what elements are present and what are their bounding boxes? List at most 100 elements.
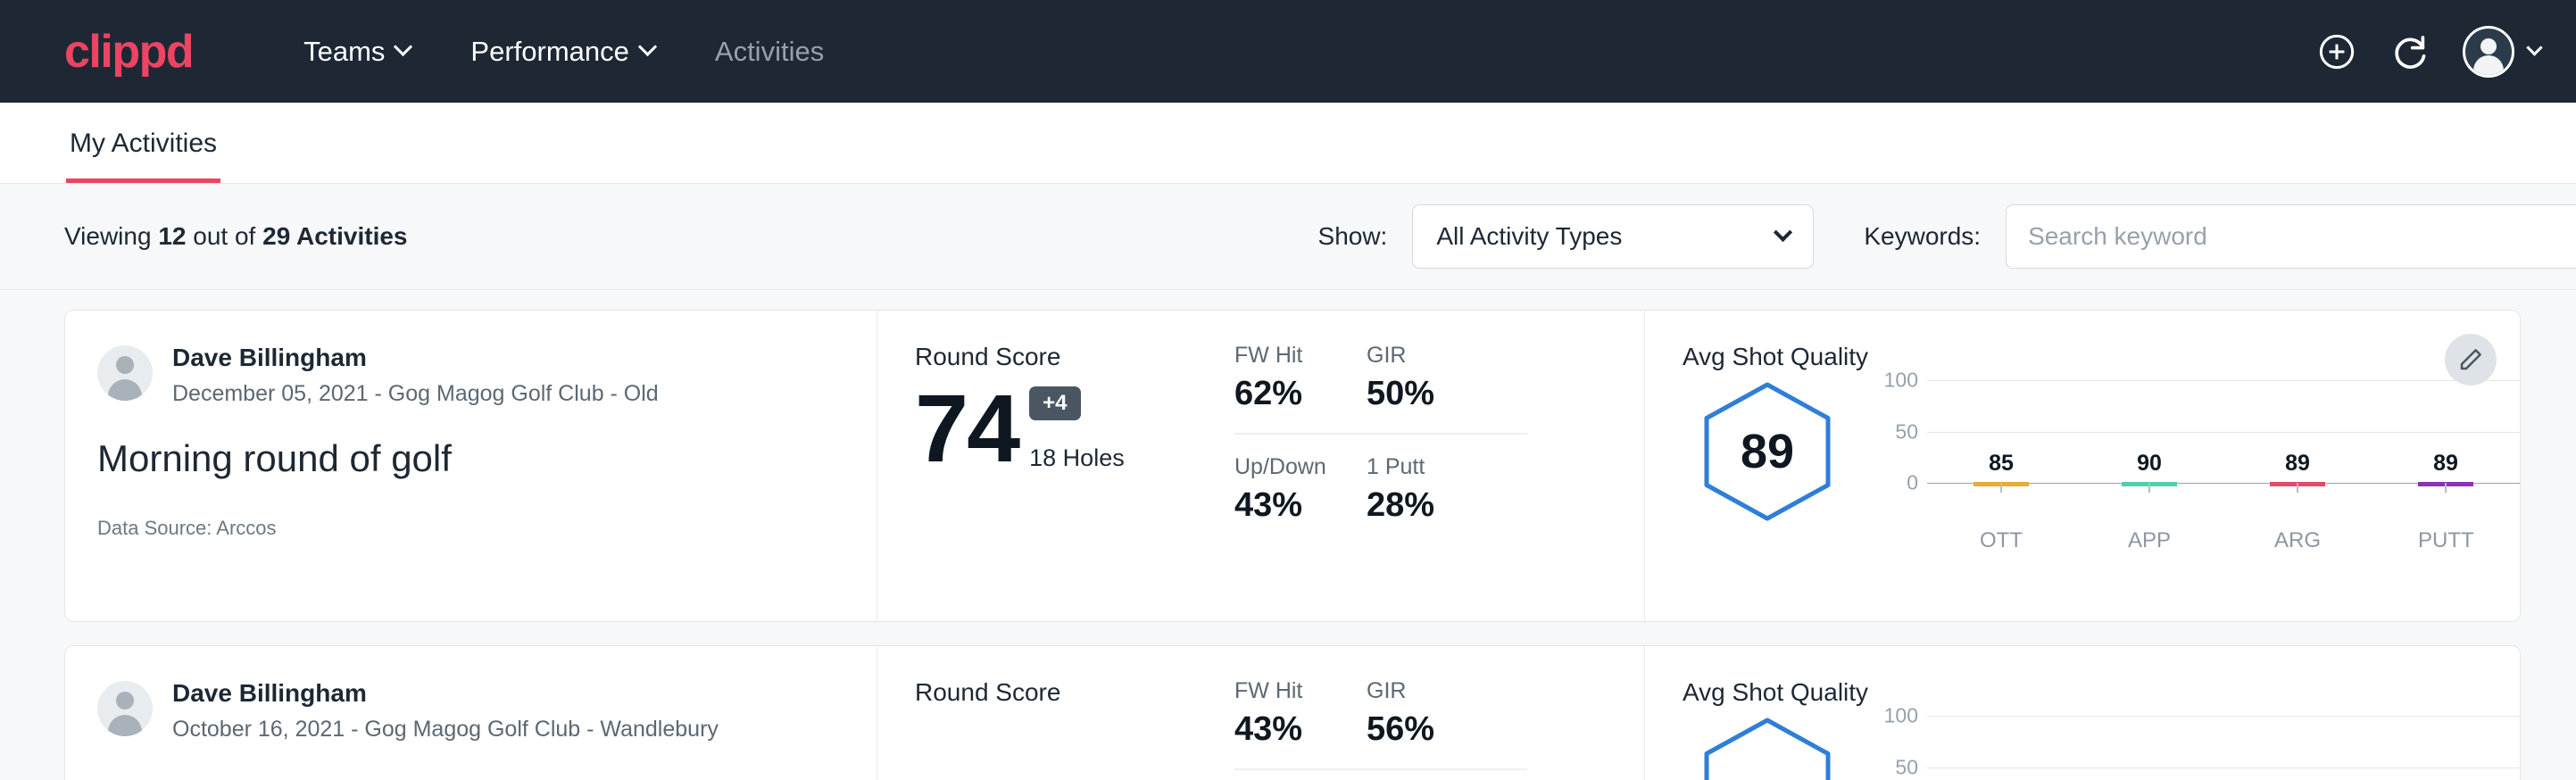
round-score-label: Round Score [915, 343, 1234, 371]
nav-item-performance[interactable]: Performance [440, 36, 684, 68]
chevron-down-icon [2526, 39, 2542, 55]
y-tick: 100 [1884, 704, 1918, 728]
profile-header: Dave Billingham October 16, 2021 - Gog M… [97, 678, 841, 743]
shot-quality-section: Avg Shot Quality 100 50 [1645, 646, 2520, 780]
viewing-count-text: Viewing 12 out of 29 Activities [64, 222, 408, 251]
clippd-logo[interactable]: clippd [64, 29, 193, 75]
viewing-middle: out of [193, 222, 255, 250]
profile-header: Dave Billingham December 05, 2021 - Gog … [97, 343, 841, 407]
round-stats: FW Hit 62% GIR 50% Up/Down 43% 1 Putt 28… [1234, 311, 1645, 621]
y-tick: 100 [1884, 369, 1918, 393]
chart-y-axis: 100 50 0 [1877, 380, 1927, 483]
y-tick: 50 [1895, 419, 1918, 444]
activity-type-select[interactable]: All Activity Types [1412, 204, 1814, 269]
stat-label: FW Hit [1234, 343, 1345, 369]
stat-label: GIR [1367, 678, 1506, 704]
viewing-count: 12 [158, 222, 186, 250]
chart-plot-area: 100 50 0 85 [1877, 380, 2520, 514]
round-score-side: +4 18 Holes [1029, 386, 1125, 472]
viewing-prefix: Viewing [64, 222, 152, 250]
stat-label: Up/Down [1234, 454, 1345, 480]
round-score-label: Round Score [915, 678, 1234, 707]
stat-up-down: Up/Down 43% [1234, 435, 1367, 525]
nav-label-teams: Teams [303, 36, 385, 68]
refresh-icon [2389, 31, 2431, 72]
chevron-down-icon [638, 37, 657, 56]
avatar-icon [97, 681, 153, 736]
shot-quality-score: 89 [1701, 380, 1833, 523]
chevron-down-icon [1774, 222, 1792, 241]
plus-circle-icon [2316, 31, 2357, 72]
y-tick: 0 [1907, 471, 1918, 495]
player-name: Dave Billingham [172, 343, 659, 373]
bar-value: 85 [1989, 451, 2014, 477]
header-actions [2316, 26, 2540, 78]
shot-quality-hexagon [1701, 716, 1833, 780]
bars-area: 94 82 [1927, 716, 2520, 780]
stat-value: 56% [1367, 710, 1506, 749]
activity-profile: Dave Billingham December 05, 2021 - Gog … [65, 311, 877, 621]
round-score-value: 74 [915, 384, 1018, 472]
tab-bar: My Activities [0, 103, 2576, 184]
x-label: ARG [2270, 528, 2325, 553]
nav-item-activities[interactable]: Activities [685, 36, 854, 68]
tab-my-activities[interactable]: My Activities [66, 129, 220, 183]
stat-value: 62% [1234, 375, 1345, 413]
data-source: Data Source: Arccos [97, 517, 841, 540]
activity-card[interactable]: Dave Billingham December 05, 2021 - Gog … [64, 310, 2521, 622]
bar-value: 89 [2433, 451, 2458, 477]
stat-label: 1 Putt [1367, 454, 1506, 480]
add-button[interactable] [2316, 31, 2357, 72]
activity-card[interactable]: Dave Billingham October 16, 2021 - Gog M… [64, 645, 2521, 780]
stat-label: FW Hit [1234, 678, 1345, 704]
player-name: Dave Billingham [172, 678, 719, 709]
shot-quality-label: Avg Shot Quality [1683, 678, 2520, 707]
shot-quality-body: 89 100 50 0 [1683, 377, 2520, 553]
shot-quality-score [1701, 716, 1833, 780]
stat-value: 43% [1234, 486, 1345, 525]
score-to-par-badge: +4 [1029, 386, 1080, 420]
main-nav: Teams Performance Activities [273, 36, 854, 68]
nav-item-teams[interactable]: Teams [273, 36, 440, 68]
stat-fw-hit: FW Hit 43% [1234, 678, 1367, 770]
stats-grid: FW Hit 43% GIR 56% [1234, 678, 1644, 770]
stat-gir: GIR 50% [1367, 343, 1527, 435]
shot-quality-chart: 100 50 0 85 [1852, 377, 2520, 553]
stat-gir: GIR 56% [1367, 678, 1527, 770]
keywords-label: Keywords: [1864, 222, 1981, 251]
show-label: Show: [1318, 222, 1388, 251]
activity-meta: October 16, 2021 - Gog Magog Golf Club -… [172, 717, 719, 743]
stats-grid: FW Hit 62% GIR 50% Up/Down 43% 1 Putt 28… [1234, 343, 1644, 525]
stat-label: GIR [1367, 343, 1506, 369]
nav-label-activities: Activities [715, 36, 824, 68]
round-stats: FW Hit 43% GIR 56% [1234, 646, 1645, 780]
bar-value: 90 [2137, 451, 2162, 477]
search-input[interactable] [2006, 204, 2576, 269]
refresh-button[interactable] [2389, 31, 2431, 72]
avatar-icon [97, 345, 153, 401]
edit-activity-button[interactable] [2445, 334, 2497, 386]
chart-x-ticks [1927, 483, 2520, 493]
bar-value: 89 [2285, 451, 2310, 477]
pencil-icon [2457, 346, 2484, 373]
round-score-value-row: 74 +4 18 Holes [915, 384, 1234, 472]
x-label: APP [2122, 528, 2177, 553]
shot-quality-section: Avg Shot Quality 89 100 50 [1645, 311, 2520, 621]
shot-quality-hex-wrap: 89 [1683, 377, 1852, 523]
avatar-icon [2463, 26, 2514, 78]
activity-meta: December 05, 2021 - Gog Magog Golf Club … [172, 381, 659, 407]
shot-quality-body: 100 50 0 94 [1683, 712, 2520, 780]
holes-count: 18 Holes [1029, 444, 1125, 472]
account-menu[interactable] [2463, 26, 2540, 78]
stat-value: 43% [1234, 710, 1345, 749]
filter-controls: Show: All Activity Types Keywords: [1318, 204, 2576, 269]
chart-x-labels: OTT APP ARG PUTT [1927, 528, 2520, 553]
chevron-down-icon [394, 37, 412, 56]
activities-list: Dave Billingham December 05, 2021 - Gog … [0, 290, 2576, 780]
chart-bars: 94 82 [1927, 716, 2520, 780]
shot-quality-hexagon: 89 [1701, 380, 1833, 523]
shot-quality-hex-wrap [1683, 712, 1852, 780]
shot-quality-chart: 100 50 0 94 [1852, 712, 2520, 780]
nav-label-performance: Performance [470, 36, 628, 68]
stat-fw-hit: FW Hit 62% [1234, 343, 1367, 435]
